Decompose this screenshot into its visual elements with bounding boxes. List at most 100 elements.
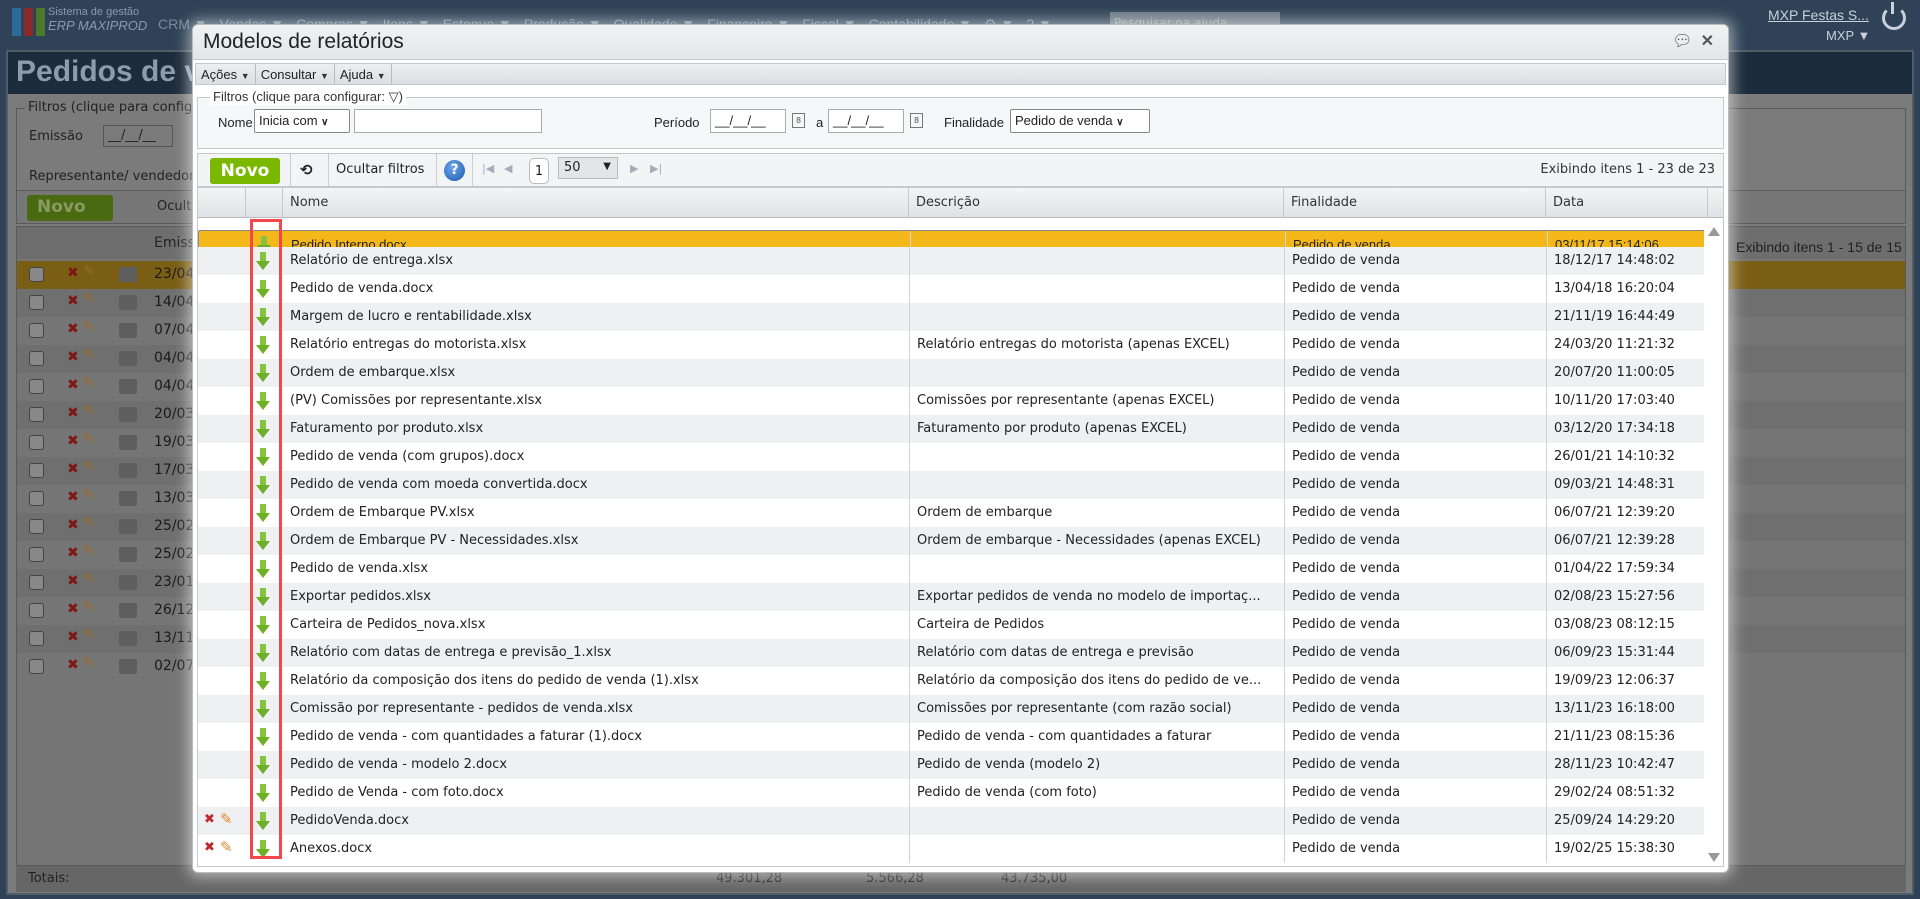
table-row[interactable]: Ordem de embarque.xlsx Pedido de venda 20/… — [198, 359, 1706, 387]
delete-icon[interactable]: ✖ — [67, 433, 79, 449]
download-icon[interactable] — [256, 644, 270, 662]
download-icon[interactable] — [256, 392, 270, 410]
menu-consultar[interactable]: Consultar ▼ — [256, 64, 335, 84]
menu-ajuda[interactable]: Ajuda ▼ — [335, 64, 392, 84]
row-checkbox[interactable] — [29, 603, 44, 618]
table-row[interactable]: Pedido de venda (com grupos).docx Pedido … — [198, 443, 1706, 471]
delete-icon[interactable]: ✖ — [67, 265, 79, 281]
date-to-input[interactable]: __/__/__ — [828, 109, 904, 133]
download-icon[interactable] — [256, 560, 270, 578]
table-row[interactable]: Comissão por representante - pedidos de … — [198, 695, 1706, 723]
edit-icon[interactable]: ✎ — [220, 838, 233, 856]
row-checkbox[interactable] — [29, 547, 44, 562]
scrollbar[interactable] — [1704, 219, 1723, 866]
delete-icon[interactable]: ✖ — [67, 405, 79, 421]
table-row[interactable]: Ordem de Embarque PV - Necessidades.xlsx… — [198, 527, 1706, 555]
edit-icon[interactable]: ✎ — [83, 347, 95, 363]
row-checkbox[interactable] — [29, 323, 44, 338]
table-row[interactable]: Pedido de venda - com quantidades a fatu… — [198, 723, 1706, 751]
download-icon[interactable] — [256, 448, 270, 466]
power-icon[interactable] — [1882, 2, 1906, 30]
row-checkbox[interactable] — [29, 407, 44, 422]
nome-mode-select[interactable]: Inicia com ∨ — [254, 109, 350, 133]
table-row[interactable]: Pedido de venda com moeda convertida.doc… — [198, 471, 1706, 499]
edit-icon[interactable]: ✎ — [83, 375, 95, 391]
download-icon[interactable] — [256, 280, 270, 298]
table-row[interactable]: Pedido de venda.docx Pedido de venda 13/04… — [198, 275, 1706, 303]
date-from-input[interactable]: __/__/__ — [710, 109, 786, 133]
download-icon[interactable] — [256, 588, 270, 606]
edit-icon[interactable]: ✎ — [83, 655, 95, 671]
download-icon[interactable] — [256, 756, 270, 774]
print-icon[interactable] — [119, 463, 137, 478]
download-icon[interactable] — [256, 476, 270, 494]
download-icon[interactable] — [256, 616, 270, 634]
print-icon[interactable] — [119, 323, 137, 338]
refresh-icon[interactable]: ⟲ — [300, 161, 313, 179]
table-row[interactable]: Exportar pedidos.xlsx Exportar pedidos de… — [198, 583, 1706, 611]
header-descricao[interactable]: Descrição — [909, 188, 1284, 218]
header-nome[interactable]: Nome — [283, 188, 909, 218]
filters-legend[interactable]: Filtros (clique para configurar: ▽) — [210, 89, 406, 105]
user-menu[interactable]: MXP ▼ — [1826, 28, 1870, 43]
last-page-icon[interactable]: ▶| — [650, 162, 662, 175]
help-icon[interactable]: ? — [444, 160, 465, 181]
edit-icon[interactable]: ✎ — [83, 403, 95, 419]
table-row[interactable]: Relatório entregas do motorista.xlsx Rela… — [198, 331, 1706, 359]
header-finalidade[interactable]: Finalidade — [1284, 188, 1546, 218]
emissao-input[interactable]: __/__/__ — [103, 125, 173, 147]
delete-icon[interactable]: ✖ — [204, 840, 215, 855]
print-icon[interactable] — [119, 379, 137, 394]
download-icon[interactable] — [256, 252, 270, 270]
table-row[interactable]: Relatório com datas de entrega e previsã… — [198, 639, 1706, 667]
print-icon[interactable] — [119, 659, 137, 674]
print-icon[interactable] — [119, 435, 137, 450]
edit-icon[interactable]: ✎ — [83, 263, 95, 279]
edit-icon[interactable]: ✎ — [83, 459, 95, 475]
next-page-icon[interactable]: ▶ — [630, 162, 638, 175]
prev-page-icon[interactable]: ◀ — [504, 162, 512, 175]
row-checkbox[interactable] — [29, 267, 44, 282]
download-icon[interactable] — [256, 504, 270, 522]
row-checkbox[interactable] — [29, 491, 44, 506]
print-icon[interactable] — [119, 267, 137, 282]
menu-acoes[interactable]: Ações ▼ — [196, 64, 256, 84]
table-row[interactable]: Pedido de venda.xlsx Pedido de venda 01/04… — [198, 555, 1706, 583]
edit-icon[interactable]: ✎ — [83, 627, 95, 643]
novo-button[interactable]: Novo — [210, 158, 280, 184]
header-data[interactable]: Data — [1546, 188, 1708, 218]
delete-icon[interactable]: ✖ — [67, 293, 79, 309]
row-checkbox[interactable] — [29, 435, 44, 450]
print-icon[interactable] — [119, 407, 137, 422]
row-checkbox[interactable] — [29, 463, 44, 478]
edit-icon[interactable]: ✎ — [83, 319, 95, 335]
download-icon[interactable] — [256, 840, 270, 858]
table-row[interactable]: (PV) Comissões por representante.xlsx Com… — [198, 387, 1706, 415]
calendar-icon[interactable]: 8 — [910, 113, 923, 128]
print-icon[interactable] — [119, 295, 137, 310]
first-page-icon[interactable]: |◀ — [482, 162, 494, 175]
calendar-icon[interactable]: 8 — [792, 113, 805, 128]
edit-icon[interactable]: ✎ — [83, 431, 95, 447]
row-checkbox[interactable] — [29, 575, 44, 590]
print-icon[interactable] — [119, 351, 137, 366]
chat-icon[interactable]: 💬︎ — [1672, 31, 1692, 51]
delete-icon[interactable]: ✖ — [67, 377, 79, 393]
download-icon[interactable] — [256, 532, 270, 550]
print-icon[interactable] — [119, 519, 137, 534]
delete-icon[interactable]: ✖ — [67, 657, 79, 673]
row-checkbox[interactable] — [29, 659, 44, 674]
edit-icon[interactable]: ✎ — [83, 515, 95, 531]
row-checkbox[interactable] — [29, 351, 44, 366]
print-icon[interactable] — [119, 491, 137, 506]
edit-icon[interactable]: ✎ — [83, 599, 95, 615]
print-icon[interactable] — [119, 631, 137, 646]
print-icon[interactable] — [119, 547, 137, 562]
delete-icon[interactable]: ✖ — [67, 601, 79, 617]
delete-icon[interactable]: ✖ — [67, 461, 79, 477]
download-icon[interactable] — [256, 364, 270, 382]
company-link[interactable]: MXP Festas S... — [1768, 7, 1869, 23]
table-row[interactable]: Pedido de Venda - com foto.docx Pedido de… — [198, 779, 1706, 807]
scroll-down-icon[interactable] — [1708, 853, 1720, 862]
print-icon[interactable] — [119, 603, 137, 618]
